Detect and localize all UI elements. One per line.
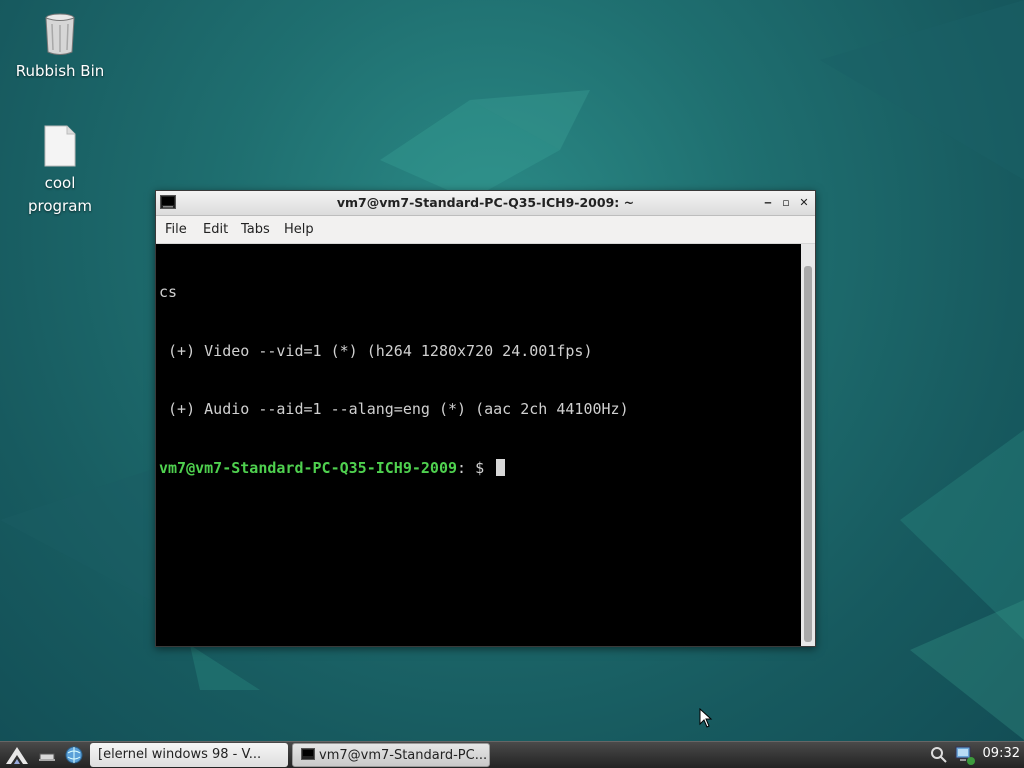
trash-icon xyxy=(45,13,75,55)
scrollbar-thumb[interactable] xyxy=(804,266,812,642)
desktop-icon-rubbish-bin[interactable]: Rubbish Bin xyxy=(10,12,110,83)
window-title: vm7@vm7-Standard-PC-Q35-ICH9-2009: ~ xyxy=(336,195,635,210)
terminal-line: cs xyxy=(159,283,178,301)
maximize-button[interactable]: ▫ xyxy=(779,196,793,210)
taskbar: [elernel windows 98 - V... vm7@vm7-Stand… xyxy=(0,741,1024,768)
clock[interactable]: 09:32 xyxy=(983,746,1020,761)
desktop-icon-label-line1: cool xyxy=(44,174,76,192)
prompt-line: vm7@vm7-Standard-PC-Q35-ICH9-2009: $ xyxy=(159,458,801,479)
desktop-icon-label-line2: program xyxy=(27,197,93,215)
search-icon[interactable] xyxy=(930,746,948,764)
show-desktop-icon[interactable] xyxy=(38,746,56,764)
file-icon xyxy=(44,125,76,167)
menu-help[interactable]: Help xyxy=(284,222,314,237)
minimize-button[interactable]: ‒ xyxy=(761,196,775,210)
browser-icon[interactable] xyxy=(64,745,84,765)
window-titlebar[interactable]: vm7@vm7-Standard-PC-Q35-ICH9-2009: ~ ‒ ▫… xyxy=(156,191,815,216)
menu-tabs[interactable]: Tabs xyxy=(241,222,270,237)
start-menu-icon[interactable] xyxy=(4,744,30,766)
taskbar-task-label: vm7@vm7-Standard-PC... xyxy=(319,748,488,763)
taskbar-task-windows98[interactable]: [elernel windows 98 - V... xyxy=(90,743,288,767)
taskbar-task-terminal[interactable]: vm7@vm7-Standard-PC... xyxy=(292,743,490,767)
prompt-user: vm7@vm7-Standard-PC-Q35-ICH9-2009 xyxy=(159,458,458,477)
scrollbar[interactable] xyxy=(801,244,815,646)
mouse-pointer-icon xyxy=(699,708,713,728)
network-icon[interactable] xyxy=(954,744,976,766)
terminal-line: (+) Audio --aid=1 --alang=eng (*) (aac 2… xyxy=(159,400,629,418)
menu-bar: File Edit Tabs Help xyxy=(156,216,815,244)
close-button[interactable]: ✕ xyxy=(797,196,811,210)
terminal-icon xyxy=(301,748,315,760)
menu-edit[interactable]: Edit xyxy=(203,222,228,237)
prompt-suffix: : $ xyxy=(457,458,494,477)
text-cursor xyxy=(496,458,506,476)
terminal-line: (+) Video --vid=1 (*) (h264 1280x720 24.… xyxy=(159,341,593,360)
desktop-icon-label: Rubbish Bin xyxy=(15,62,105,80)
terminal-output[interactable]: cs (+) Video --vid=1 (*) (h264 1280x720 … xyxy=(158,244,801,646)
terminal-window[interactable]: vm7@vm7-Standard-PC-Q35-ICH9-2009: ~ ‒ ▫… xyxy=(155,190,816,647)
menu-file[interactable]: File xyxy=(165,222,187,237)
desktop-icon-cool-program[interactable]: cool program xyxy=(10,124,110,218)
